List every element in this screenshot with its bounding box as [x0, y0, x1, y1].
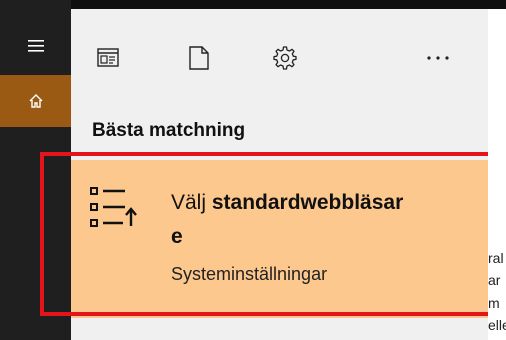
background-text-fragment: m: [488, 295, 500, 311]
home-icon: [29, 94, 42, 108]
more-options-icon: [427, 56, 449, 60]
documents-filter-button[interactable]: [90, 40, 126, 76]
more-options-button[interactable]: [420, 40, 456, 76]
background-text-fragment: ral: [488, 250, 504, 266]
hamburger-menu-icon: [27, 40, 44, 52]
red-highlight-box: [40, 152, 492, 316]
best-match-heading: Bästa matchning: [92, 120, 246, 141]
documents-filter-icon: [97, 48, 119, 67]
background-window-text: ral ar m elle: [488, 9, 506, 340]
settings-button[interactable]: [267, 40, 303, 76]
settings-gear-icon: [273, 46, 297, 70]
background-text-fragment: ar: [488, 272, 501, 288]
background-text-fragment: elle: [488, 317, 506, 333]
home-button[interactable]: [0, 75, 71, 127]
document-button[interactable]: [181, 40, 217, 76]
hamburger-menu-button[interactable]: [0, 20, 71, 72]
window-top-edge: [71, 0, 506, 9]
document-icon: [189, 46, 209, 70]
